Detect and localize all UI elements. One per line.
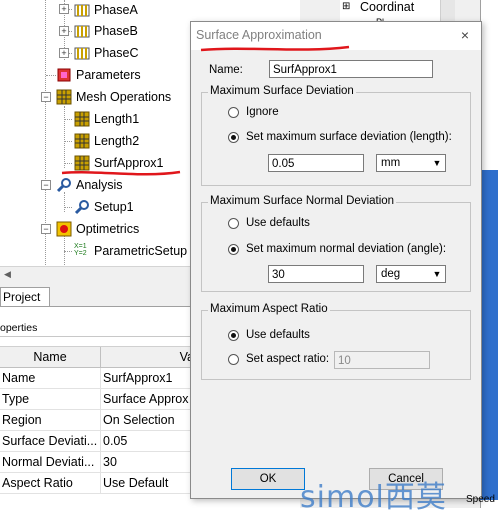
radio-button[interactable] xyxy=(228,329,239,341)
tree-item-label: Setup1 xyxy=(94,200,134,214)
model-geometry xyxy=(480,170,498,500)
ignore-radio[interactable]: Ignore xyxy=(228,106,279,118)
watermark-logo: simol西莫 xyxy=(300,480,447,515)
radio-label: Use defaults xyxy=(246,217,310,229)
expand-icon[interactable]: + xyxy=(59,26,69,36)
column-header-value[interactable]: Va xyxy=(101,347,201,367)
property-name: Normal Deviati... xyxy=(0,452,101,472)
surface-deviation-unit-select[interactable]: mm ▼ xyxy=(376,154,446,172)
tree-item-label: PhaseB xyxy=(94,24,138,38)
normal-deviation-unit-select[interactable]: deg ▼ xyxy=(376,265,446,283)
tree-item-parametricsetup[interactable]: X=1 Y=2 ParametricSetup xyxy=(74,241,187,261)
scroll-left-icon[interactable]: ◀ xyxy=(4,269,11,280)
tree-item-length1[interactable]: Length1 xyxy=(74,109,139,129)
analysis-icon xyxy=(74,199,90,215)
expand-icon[interactable]: + xyxy=(59,48,69,58)
mesh-icon xyxy=(74,133,90,149)
column-header-name[interactable]: Name xyxy=(0,347,101,367)
coil-icon xyxy=(74,2,90,18)
tree-item-label: Mesh Operations xyxy=(76,90,172,104)
surface-deviation-input[interactable]: 0.05 xyxy=(268,154,364,172)
optimetrics-icon xyxy=(56,221,72,237)
collapse-icon[interactable]: − xyxy=(41,224,51,234)
normal-deviation-group: Maximum Surface Normal Deviation Use def… xyxy=(201,195,471,292)
tree-item-phasea[interactable]: PhaseA xyxy=(74,0,138,20)
property-name: Region xyxy=(0,410,101,430)
radio-button[interactable] xyxy=(228,353,239,365)
speed-label: Speed xyxy=(466,494,495,505)
use-defaults-aspect-radio[interactable]: Use defaults xyxy=(228,329,310,341)
coil-icon xyxy=(74,23,90,39)
set-aspect-ratio-radio[interactable]: Set aspect ratio: xyxy=(228,353,329,365)
set-normal-deviation-radio[interactable]: Set maximum normal deviation (angle): xyxy=(228,243,446,255)
tree-item-mesh-operations[interactable]: Mesh Operations xyxy=(56,87,171,107)
chevron-down-icon[interactable]: ▼ xyxy=(430,156,444,170)
tree-item-optimetrics[interactable]: Optimetrics xyxy=(56,219,139,239)
mesh-icon xyxy=(56,89,72,105)
coil-icon xyxy=(74,45,90,61)
close-icon[interactable]: × xyxy=(457,27,473,43)
property-value[interactable]: On Selection xyxy=(101,410,202,430)
tree-item-label: Analysis xyxy=(76,178,123,192)
tree-item-phasec[interactable]: PhaseC xyxy=(74,43,138,63)
radio-button[interactable] xyxy=(228,243,239,255)
tree-item-label: Parameters xyxy=(76,68,141,82)
dialog-title: Surface Approximation xyxy=(196,28,322,42)
tree-item-label: Length1 xyxy=(94,112,140,126)
name-field[interactable]: SurfApprox1 xyxy=(269,60,433,78)
property-value[interactable]: Use Default xyxy=(101,473,202,493)
ok-button[interactable]: OK xyxy=(231,468,305,490)
surface-deviation-group: Maximum Surface Deviation Ignore Set max… xyxy=(201,85,471,186)
parameters-icon xyxy=(56,67,72,83)
radio-button[interactable] xyxy=(228,131,239,143)
tree-item-label: Optimetrics xyxy=(76,222,140,236)
annotation-underline xyxy=(61,170,181,176)
aspect-ratio-input[interactable]: 10 xyxy=(334,351,430,369)
select-value: mm xyxy=(381,157,401,169)
collapse-icon[interactable]: − xyxy=(41,180,51,190)
right-tree-item[interactable]: Coordinat xyxy=(360,0,414,14)
radio-label: Set maximum normal deviation (angle): xyxy=(246,243,447,255)
tree-item-setup1[interactable]: Setup1 xyxy=(74,197,134,217)
surface-approximation-dialog: Surface Approximation × Name: SurfApprox… xyxy=(190,21,482,499)
property-value[interactable]: 0.05 xyxy=(101,431,202,451)
set-surface-deviation-radio[interactable]: Set maximum surface deviation (length): xyxy=(228,131,452,143)
radio-button[interactable] xyxy=(228,217,239,229)
radio-label: Set maximum surface deviation (length): xyxy=(246,131,452,143)
collapse-icon[interactable]: − xyxy=(41,92,51,102)
tree-item-phaseb[interactable]: PhaseB xyxy=(74,21,138,41)
radio-label: Set aspect ratio: xyxy=(246,353,330,365)
property-value[interactable]: Surface Approx xyxy=(101,389,202,409)
chevron-down-icon[interactable]: ▼ xyxy=(430,267,444,281)
radio-label: Use defaults xyxy=(246,329,310,341)
parametric-icon: X=1 Y=2 xyxy=(74,243,87,257)
normal-deviation-input[interactable]: 30 xyxy=(268,265,364,283)
radio-button[interactable] xyxy=(228,106,239,118)
property-value[interactable]: 30 xyxy=(101,452,202,472)
use-defaults-normal-radio[interactable]: Use defaults xyxy=(228,217,310,229)
select-value: deg xyxy=(381,268,401,280)
property-value[interactable]: SurfApprox1 xyxy=(101,368,202,388)
group-legend: Maximum Aspect Ratio xyxy=(208,303,330,315)
expander-icon[interactable]: ⊞ xyxy=(342,1,350,12)
tree-item-length2[interactable]: Length2 xyxy=(74,131,139,151)
tree-item-label: Length2 xyxy=(94,134,140,148)
tab-project[interactable]: Project xyxy=(0,287,50,306)
aspect-ratio-group: Maximum Aspect Ratio Use defaults Set as… xyxy=(201,303,471,380)
property-name: Type xyxy=(0,389,101,409)
group-legend: Maximum Surface Normal Deviation xyxy=(208,195,397,207)
name-label: Name: xyxy=(209,64,243,76)
group-legend: Maximum Surface Deviation xyxy=(208,85,356,97)
tree-item-parameters[interactable]: Parameters xyxy=(56,65,141,85)
radio-label: Ignore xyxy=(246,106,279,118)
tree-item-label: PhaseA xyxy=(94,3,138,17)
tree-item-label: PhaseC xyxy=(94,46,139,60)
property-name: Aspect Ratio xyxy=(0,473,101,493)
annotation-underline xyxy=(200,45,350,52)
mesh-icon xyxy=(74,111,90,127)
tree-item-label: ParametricSetup xyxy=(94,244,188,258)
property-name: Surface Deviati... xyxy=(0,431,101,451)
property-name: Name xyxy=(0,368,101,388)
expand-icon[interactable]: + xyxy=(59,4,69,14)
